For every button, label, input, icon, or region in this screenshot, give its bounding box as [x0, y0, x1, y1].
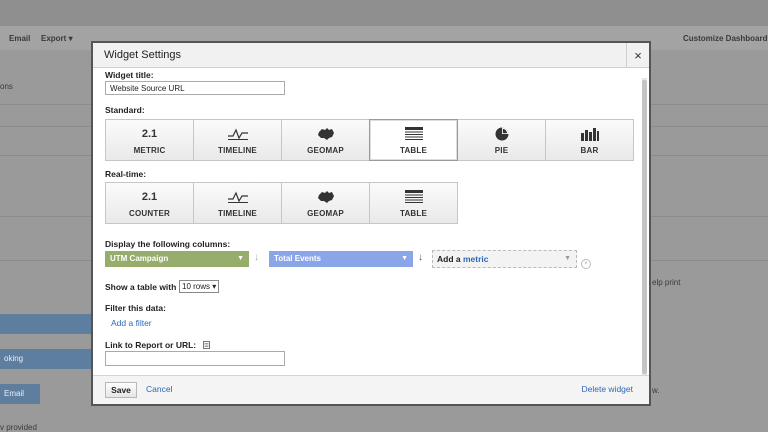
chevron-down-icon: ▾	[212, 282, 217, 291]
tile-timeline[interactable]: TIMELINE	[193, 119, 282, 161]
chevron-down-icon: ▼	[401, 255, 408, 262]
metric-select[interactable]: Total Events ▼	[269, 251, 413, 267]
pie-icon	[495, 126, 509, 142]
widget-settings-dialog: Widget Settings × Widget title: Standard…	[91, 41, 651, 406]
close-button[interactable]: ×	[626, 43, 649, 67]
delete-widget-button[interactable]: Delete widget	[581, 384, 633, 394]
dialog-footer: Save Cancel Delete widget	[93, 375, 649, 404]
background-fragment: elp print	[652, 278, 681, 287]
table-icon	[404, 189, 423, 205]
widget-title-input[interactable]	[105, 81, 285, 95]
tile-realtime-timeline[interactable]: TIMELINE	[193, 182, 282, 224]
dimension-select[interactable]: UTM Campaign ▼	[105, 251, 249, 267]
tile-realtime-geomap[interactable]: GEOMAP	[281, 182, 370, 224]
email-link[interactable]: Email	[9, 34, 30, 43]
realtime-widget-types: 2.1 COUNTER TIMELINE GEOMAP TABLE	[105, 182, 458, 224]
link-url-input[interactable]	[105, 351, 285, 366]
counter-icon: 2.1	[141, 190, 158, 203]
link-label: Link to Report or URL:	[105, 340, 210, 350]
cancel-button[interactable]: Cancel	[146, 384, 172, 394]
realtime-label: Real-time:	[105, 169, 147, 179]
save-button[interactable]: Save	[105, 382, 137, 398]
standard-label: Standard:	[105, 105, 145, 115]
table-icon	[404, 126, 423, 142]
tile-realtime-table[interactable]: TABLE	[369, 182, 458, 224]
dialog-header: Widget Settings ×	[93, 43, 649, 68]
close-icon: ×	[634, 47, 642, 63]
columns-label: Display the following columns:	[105, 239, 231, 249]
tile-table[interactable]: TABLE	[369, 119, 458, 161]
chevron-down-icon: ▼	[564, 255, 571, 262]
widget-title-label: Widget title:	[105, 70, 154, 80]
document-icon	[202, 341, 210, 349]
dialog-title: Widget Settings	[104, 49, 182, 61]
chevron-down-icon: ▼	[237, 255, 244, 262]
background-fragment: w.	[652, 386, 660, 395]
timeline-icon	[227, 189, 248, 205]
sort-arrow-icon[interactable]: ↓	[418, 252, 423, 263]
remove-column-icon[interactable]: ×	[581, 259, 591, 269]
add-metric-select[interactable]: Add a metric ▼	[432, 250, 577, 268]
show-table-label: Show a table with	[105, 282, 177, 292]
background-email-button[interactable]: Email	[0, 384, 40, 404]
customize-dashboard-link[interactable]: Customize Dashboard	[683, 34, 767, 43]
tile-bar[interactable]: BAR	[545, 119, 634, 161]
background-fragment: ons	[0, 82, 13, 91]
geomap-icon	[317, 189, 335, 205]
add-filter-link[interactable]: Add a filter	[111, 318, 152, 328]
tile-geomap[interactable]: GEOMAP	[281, 119, 370, 161]
metric-icon: 2.1	[141, 127, 158, 140]
background-blue-bar: oking	[0, 349, 96, 369]
tile-metric[interactable]: 2.1 METRIC	[105, 119, 194, 161]
standard-widget-types: 2.1 METRIC TIMELINE GEOMAP TABLE PIE BAR	[105, 119, 634, 161]
background-top-bar	[0, 0, 768, 26]
rows-select[interactable]: 10 rows ▾	[179, 280, 220, 293]
sort-arrow-icon[interactable]: ↓	[254, 252, 259, 263]
export-menu[interactable]: Export ▾	[41, 34, 73, 43]
timeline-icon	[227, 126, 248, 142]
background-blue-bar	[0, 314, 96, 334]
background-fragment: v provided	[0, 423, 37, 432]
geomap-icon	[317, 126, 335, 142]
tile-pie[interactable]: PIE	[457, 119, 546, 161]
bar-chart-icon	[580, 126, 599, 142]
dialog-body: Widget title: Standard: 2.1 METRIC TIMEL…	[93, 68, 649, 376]
filter-label: Filter this data:	[105, 303, 166, 313]
tile-counter[interactable]: 2.1 COUNTER	[105, 182, 194, 224]
